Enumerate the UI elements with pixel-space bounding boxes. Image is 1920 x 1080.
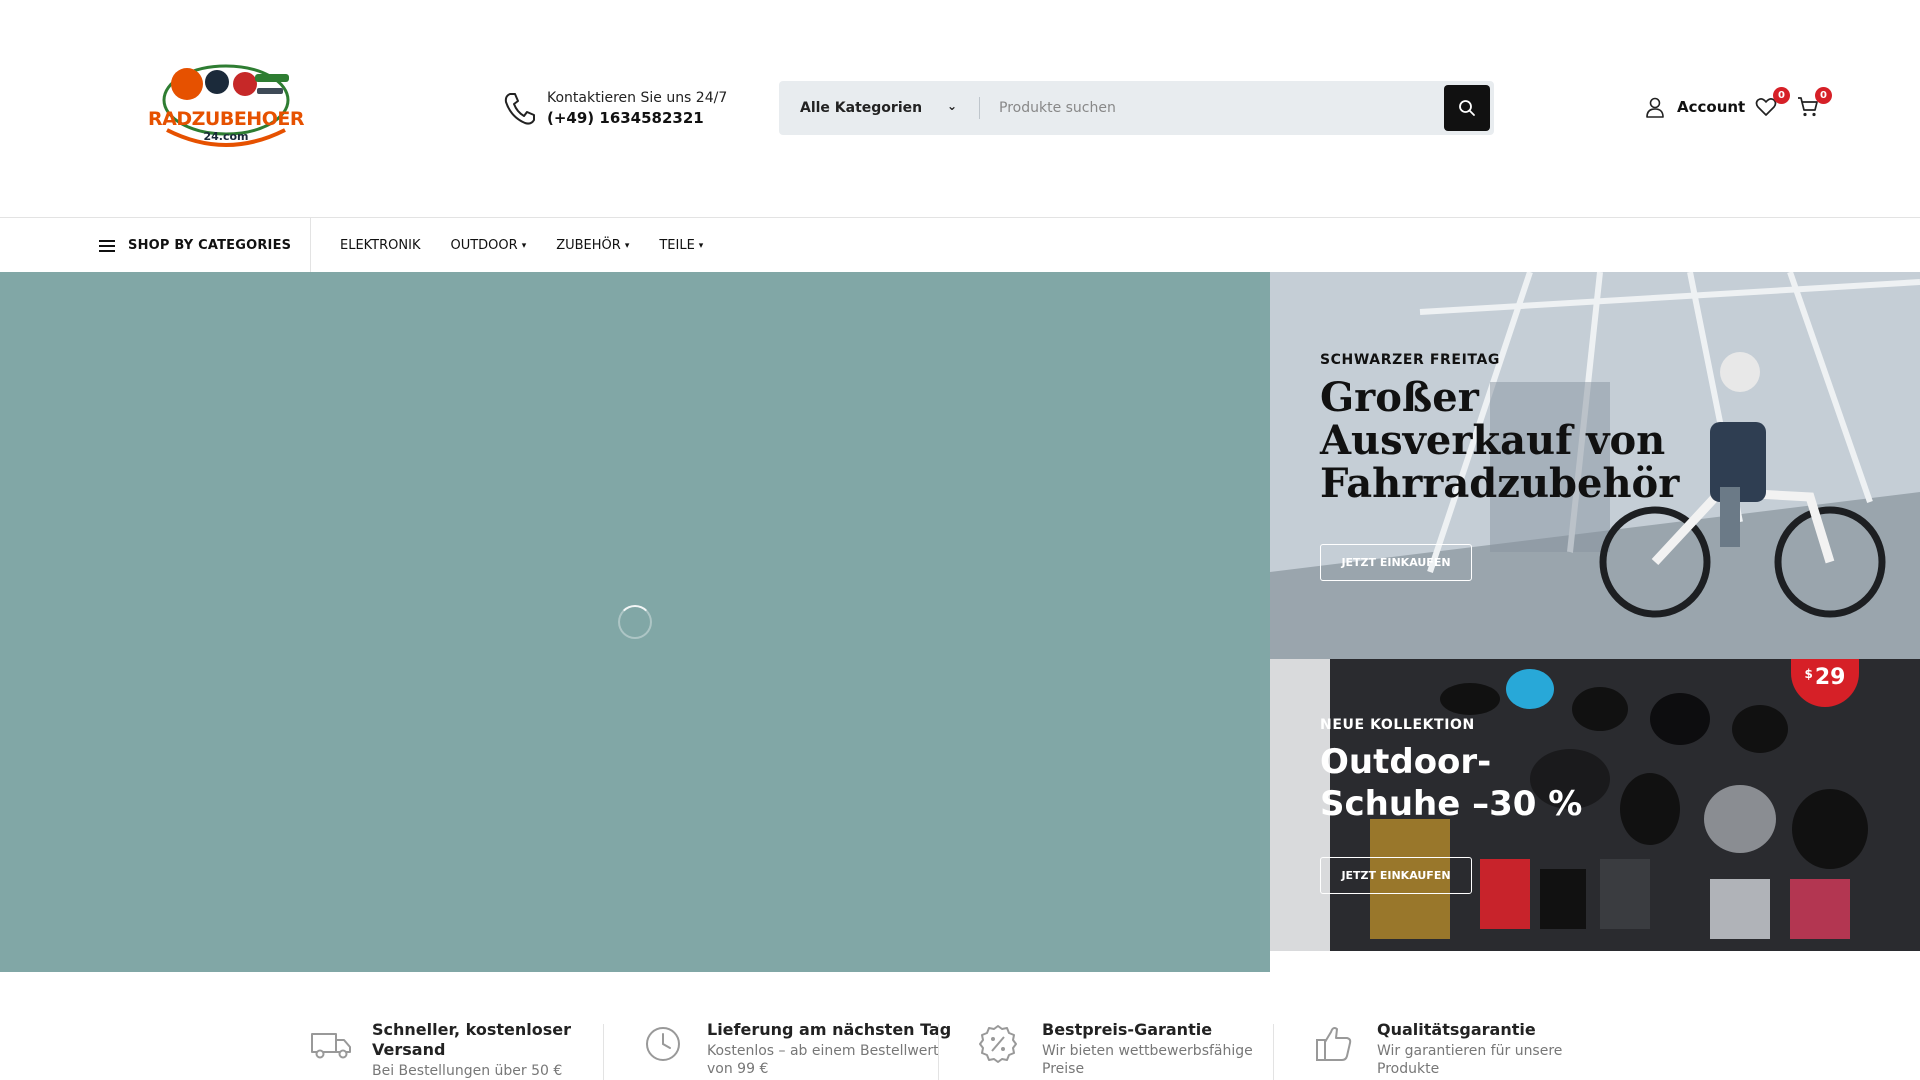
features-bar: Schneller, kostenloser Versand Bei Beste… <box>0 972 1920 1080</box>
nav-item-label: ZUBEHÖR <box>556 238 621 253</box>
banner-title-line: Outdoor- <box>1320 742 1492 782</box>
category-select[interactable]: Alle Kategorien ⌄ <box>779 81 979 135</box>
chevron-down-icon: ▾ <box>698 240 704 251</box>
banner-title: Outdoor- Schuhe –30 % <box>1320 741 1582 825</box>
feature-text: von 99 € <box>707 1061 769 1077</box>
nav-item-teile[interactable]: TEILE ▾ <box>659 238 703 253</box>
category-select-value: Alle Kategorien <box>800 100 923 116</box>
shop-now-button[interactable]: JETZT EINKAUFEN <box>1320 544 1472 581</box>
chevron-down-icon: ▾ <box>624 240 630 251</box>
price-currency: $ <box>1804 667 1813 681</box>
banner-label: SCHWARZER FREITAG <box>1320 352 1500 368</box>
menu-icon <box>99 239 115 252</box>
nav-item-outdoor[interactable]: OUTDOOR ▾ <box>450 238 526 253</box>
nav-menu: ELEKTRONIK OUTDOOR ▾ ZUBEHÖR ▾ TEILE ▾ <box>340 218 703 273</box>
chevron-down-icon: ⌄ <box>946 99 957 113</box>
feature-fast-shipping: Schneller, kostenloser Versand Bei Beste… <box>308 1020 571 1080</box>
phone-icon <box>504 93 535 125</box>
shop-by-categories-label: SHOP BY CATEGORIES <box>128 238 292 253</box>
contact-label: Kontaktieren Sie uns 24/7 <box>547 90 728 106</box>
search-button[interactable] <box>1444 85 1490 131</box>
cart-button[interactable]: 0 <box>1796 87 1832 121</box>
price-amount: 29 <box>1814 665 1846 690</box>
feature-title: Schneller, kostenloser <box>372 1020 572 1039</box>
wishlist-count-badge: 0 <box>1773 87 1790 104</box>
site-logo[interactable]: RADZUBEHOER 24.com <box>147 60 305 156</box>
cart-count-badge: 0 <box>1815 87 1832 104</box>
banner-label: NEUE KOLLEKTION <box>1320 717 1475 733</box>
banner-title-line: Ausverkauf von <box>1320 417 1666 464</box>
promo-banner-black-friday[interactable]: SCHWARZER FREITAG Großer Ausverkauf von … <box>1270 272 1920 659</box>
nav-item-label: TEILE <box>659 238 695 253</box>
nav-item-elektronik[interactable]: ELEKTRONIK <box>340 238 420 253</box>
feature-next-day-delivery: Lieferung am nächsten Tag Kostenlos – ab… <box>643 1020 951 1078</box>
search-input[interactable] <box>980 81 1444 135</box>
nav-item-label: OUTDOOR <box>450 238 518 253</box>
feature-quality-guarantee: Qualitätsgarantie Wir garantieren für un… <box>1313 1020 1562 1078</box>
contact-phone[interactable]: (+49) 1634582321 <box>547 108 727 128</box>
loading-spinner-icon <box>618 605 652 639</box>
banner-title: Großer Ausverkauf von Fahrradzubehör <box>1320 376 1679 505</box>
search-icon <box>1459 100 1475 116</box>
feature-divider <box>603 1024 604 1080</box>
search-bar: Alle Kategorien ⌄ <box>779 81 1494 135</box>
feature-text: Kostenlos – ab einem Bestellwert <box>707 1043 939 1059</box>
feature-best-price: Bestpreis-Garantie Wir bieten wettbewerb… <box>978 1020 1253 1078</box>
feature-text: Wir bieten wettbewerbsfähige <box>1042 1043 1253 1059</box>
account-label: Account <box>1677 98 1746 116</box>
promo-banner-new-collection[interactable]: $ 29 NEUE KOLLEKTION Outdoor- Schuhe –30… <box>1270 659 1920 951</box>
site-header: RADZUBEHOER 24.com Kontaktieren Sie uns … <box>0 0 1920 217</box>
feature-title: Versand <box>372 1040 446 1059</box>
discount-icon <box>979 1025 1017 1063</box>
feature-title: Qualitätsgarantie <box>1377 1020 1536 1039</box>
feature-text: Produkte <box>1377 1061 1440 1077</box>
account-link[interactable]: Account <box>1644 96 1745 118</box>
contact-info: Kontaktieren Sie uns 24/7 (+49) 16345823… <box>503 88 727 128</box>
nav-item-label: ELEKTRONIK <box>340 238 421 253</box>
chevron-down-icon: ▾ <box>521 240 527 251</box>
user-icon <box>1646 97 1664 118</box>
banner-title-line: Großer <box>1320 374 1479 421</box>
clock-icon <box>646 1027 680 1061</box>
feature-title: Lieferung am nächsten Tag <box>707 1020 952 1039</box>
feature-divider <box>938 1024 939 1080</box>
banner-title-line: Fahrradzubehör <box>1320 460 1680 507</box>
thumbs-up-icon <box>1316 1027 1352 1061</box>
truck-icon <box>311 1033 351 1059</box>
banner-title-line: Schuhe –30 % <box>1320 784 1583 824</box>
nav-divider <box>310 218 311 273</box>
feature-divider <box>1273 1024 1274 1080</box>
wishlist-button[interactable]: 0 <box>1754 87 1790 121</box>
nav-item-zubehoer[interactable]: ZUBEHÖR ▾ <box>556 238 629 253</box>
shop-now-button[interactable]: JETZT EINKAUFEN <box>1320 857 1472 894</box>
logo-text: RADZUBEHOER <box>148 108 304 130</box>
feature-text: Bei Bestellungen über 50 € <box>372 1063 563 1079</box>
main-nav: SHOP BY CATEGORIES ELEKTRONIK OUTDOOR ▾ … <box>0 217 1920 273</box>
feature-text: Wir garantieren für unsere <box>1377 1043 1563 1059</box>
shop-by-categories-button[interactable]: SHOP BY CATEGORIES <box>99 218 291 273</box>
logo-subtext: 24.com <box>203 130 249 143</box>
feature-text: Preise <box>1042 1061 1085 1077</box>
feature-title: Bestpreis-Garantie <box>1042 1020 1213 1039</box>
